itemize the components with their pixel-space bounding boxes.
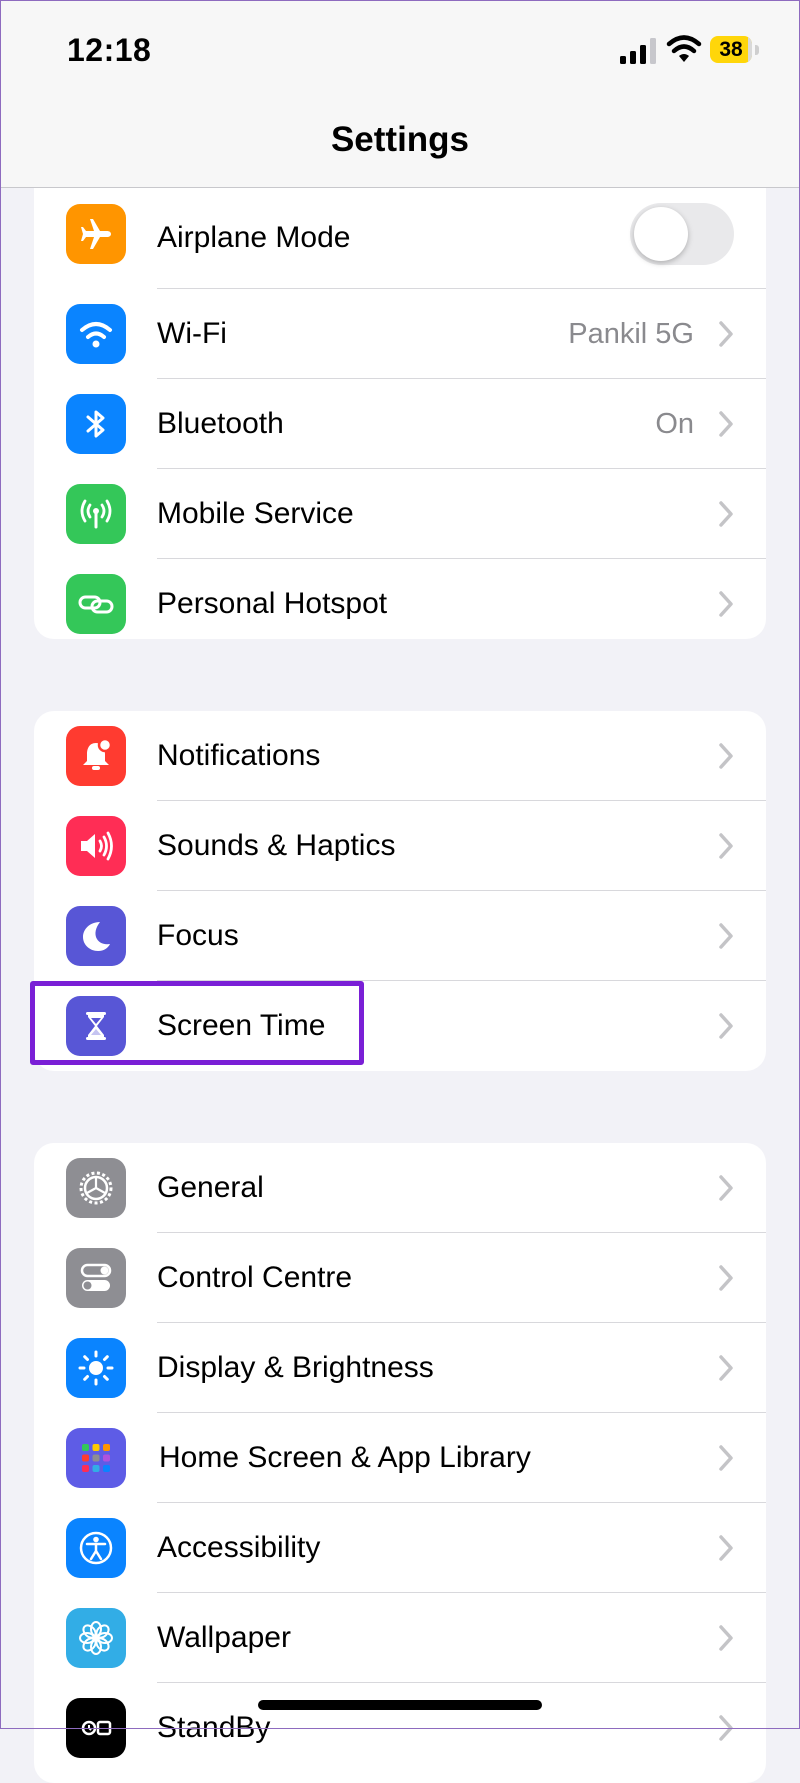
row-label: Wi-Fi [157,317,227,350]
page-title: Settings [330,120,470,159]
row-label: StandBy [157,1711,271,1744]
accessibility-icon [66,1518,126,1578]
row-sounds-haptics[interactable]: Sounds & Haptics [34,801,766,891]
chevron-right-icon [719,833,733,859]
wifi-icon [66,304,126,364]
battery-indicator: 38 [710,36,760,66]
battery-level: 38 [719,38,743,61]
chevron-right-icon [719,1265,733,1291]
home-indicator[interactable] [258,1700,542,1710]
row-label: Sounds & Haptics [157,829,396,862]
row-label: Accessibility [157,1531,321,1564]
flower-icon [66,1608,126,1668]
screen-time-highlight-box [30,981,364,1065]
row-general[interactable]: General [34,1143,766,1233]
chevron-right-icon [719,321,733,347]
gear-icon [66,1158,126,1218]
chevron-right-icon [719,1445,733,1471]
chevron-right-icon [719,501,733,527]
wifi-status-icon [666,35,702,62]
chevron-right-icon [719,743,733,769]
antenna-icon [66,484,126,544]
chevron-right-icon [719,591,733,617]
navigation-bar: 12:18 38 Settings [0,0,800,188]
speaker-icon [66,816,126,876]
row-mobile-service[interactable]: Mobile Service [34,469,766,559]
bluetooth-icon [66,394,126,454]
chevron-right-icon [719,1175,733,1201]
hotspot-icon [66,574,126,634]
general-group: General Control Centre Display & Brightn… [34,1143,766,1783]
toggles-icon [66,1248,126,1308]
row-label: Airplane Mode [157,221,351,254]
bell-icon [66,726,126,786]
row-personal-hotspot[interactable]: Personal Hotspot [34,559,766,639]
standby-icon [66,1698,126,1758]
cellular-signal-icon [620,38,656,64]
row-label: Home Screen & App Library [159,1441,531,1474]
airplane-icon [66,204,126,264]
row-label: General [157,1171,264,1204]
row-display-brightness[interactable]: Display & Brightness [34,1323,766,1413]
row-label: Control Centre [157,1261,353,1294]
chevron-right-icon [719,1355,733,1381]
app-grid-icon [66,1428,126,1488]
chevron-right-icon [719,923,733,949]
status-time: 12:18 [67,32,152,68]
chevron-right-icon [719,411,733,437]
row-label: Personal Hotspot [157,587,388,620]
status-bar: 12:18 38 [0,0,800,100]
row-wallpaper[interactable]: Wallpaper [34,1593,766,1683]
row-label: Display & Brightness [157,1351,434,1384]
row-label: Wallpaper [157,1621,291,1654]
wifi-network-value: Pankil 5G [568,318,694,350]
sun-icon [66,1338,126,1398]
row-label: Bluetooth [157,407,284,440]
chevron-right-icon [719,1625,733,1651]
chevron-right-icon [719,1535,733,1561]
row-label: Mobile Service [157,497,354,530]
row-control-centre[interactable]: Control Centre [34,1233,766,1323]
row-label: Focus [157,919,239,952]
row-bluetooth[interactable]: Bluetooth On [34,379,766,469]
row-standby[interactable]: StandBy [34,1683,766,1773]
chevron-right-icon [719,1715,733,1741]
connectivity-group: Airplane Mode Wi-Fi Pankil 5G Bluetooth … [34,187,766,639]
row-home-screen-app-library[interactable]: Home Screen & App Library [34,1413,766,1503]
row-notifications[interactable]: Notifications [34,711,766,801]
row-airplane-mode[interactable]: Airplane Mode [34,187,766,289]
row-focus[interactable]: Focus [34,891,766,981]
row-accessibility[interactable]: Accessibility [34,1503,766,1593]
row-wifi[interactable]: Wi-Fi Pankil 5G [34,289,766,379]
bluetooth-status-value: On [655,408,694,440]
row-label: Notifications [157,739,321,772]
airplane-mode-toggle[interactable] [630,203,734,265]
moon-icon [66,906,126,966]
chevron-right-icon [719,1013,733,1039]
